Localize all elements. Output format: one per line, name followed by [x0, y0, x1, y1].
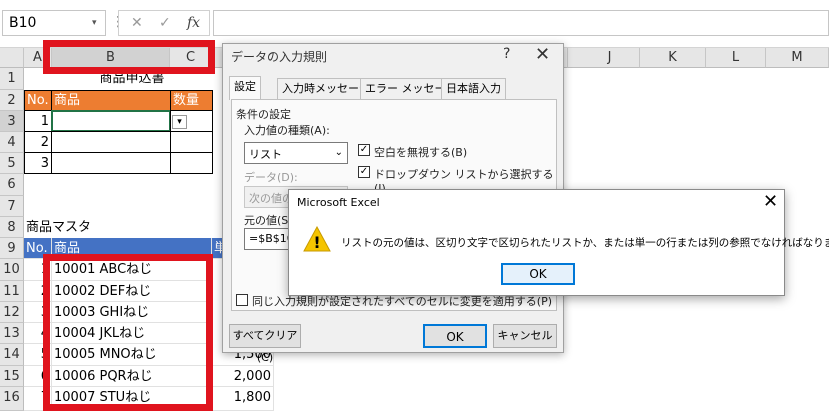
tab-ime[interactable]: 日本語入力 — [441, 78, 506, 100]
row-header-4[interactable]: 4 — [0, 132, 24, 153]
order-row-no[interactable]: 2 — [24, 131, 52, 153]
row-header-15[interactable]: 15 — [0, 366, 24, 387]
row-header-12[interactable]: 12 — [0, 302, 24, 323]
row-header-3[interactable]: 3 — [0, 111, 24, 132]
help-icon[interactable]: ? — [503, 46, 510, 62]
cancel-button[interactable]: キャンセル — [493, 324, 557, 348]
cancel-icon[interactable]: ✕ — [131, 15, 143, 31]
order-row-qty[interactable] — [170, 131, 213, 153]
row-header-8[interactable]: 8 — [0, 217, 24, 238]
order-row-item[interactable] — [51, 152, 171, 174]
row-header-13[interactable]: 13 — [0, 323, 24, 344]
row-header-2[interactable]: 2 — [0, 90, 24, 111]
row-header-5[interactable]: 5 — [0, 153, 24, 174]
error-message-box: Microsoft Excel ✕ ! リストの元の値は、区切り文字で区切られた… — [288, 189, 829, 296]
apply-all-checkbox[interactable] — [236, 294, 248, 306]
ok-button[interactable]: OK — [423, 324, 487, 348]
order-header-no[interactable]: No. — [24, 90, 52, 111]
close-icon[interactable]: ✕ — [763, 191, 778, 212]
order-header-item[interactable]: 商品 — [51, 90, 171, 111]
list-dropdown-icon[interactable]: ▾ — [172, 115, 187, 129]
in-cell-dropdown-checkbox[interactable]: ✓ — [358, 166, 370, 178]
column-header-m[interactable]: M — [766, 48, 829, 68]
order-header-qty[interactable]: 数量 — [170, 90, 213, 111]
data-label: データ(D): — [244, 171, 298, 184]
row-header-11[interactable]: 11 — [0, 281, 24, 302]
dialog-title: データの入力規則 — [231, 50, 328, 64]
insert-function-icon[interactable]: fx — [187, 15, 200, 31]
ok-button[interactable]: OK — [501, 263, 575, 285]
select-all-corner[interactable] — [0, 48, 24, 68]
row-header-9[interactable]: 9 — [0, 238, 24, 259]
warning-icon: ! — [303, 226, 331, 252]
tab-settings[interactable]: 設定 — [229, 76, 261, 100]
name-box-dropdown-icon[interactable]: ▾ — [92, 18, 97, 28]
chevron-down-icon: ⌄ — [334, 147, 343, 158]
column-header-l[interactable]: L — [706, 48, 766, 68]
enter-check-icon[interactable]: ✓ — [159, 15, 171, 31]
order-row-qty[interactable] — [170, 152, 213, 174]
error-message-text: リストの元の値は、区切り文字で区切られたリストか、または単一の行または列の参照で… — [341, 237, 829, 249]
ignore-blank-checkbox[interactable]: ✓ — [358, 144, 370, 156]
column-header-k[interactable]: K — [640, 48, 706, 68]
source-label: 元の値(S) — [244, 214, 293, 227]
highlight-column-bc — [43, 40, 215, 74]
criteria-group-label: 条件の設定 — [236, 108, 291, 121]
order-row-no[interactable]: 1 — [24, 110, 52, 132]
column-header-j[interactable]: J — [580, 48, 640, 68]
master-row-price[interactable]: 2,000 — [212, 366, 274, 387]
ignore-blank-label: 空白を無視する(B) — [374, 146, 468, 159]
order-row-item-selected[interactable] — [51, 110, 171, 132]
row-header-14[interactable]: 14 — [0, 344, 24, 366]
order-row-no[interactable]: 3 — [24, 152, 52, 174]
order-row-item[interactable] — [51, 131, 171, 153]
row-header-6[interactable]: 6 — [0, 174, 24, 196]
allow-select-value: リスト — [249, 148, 282, 161]
close-icon[interactable]: ✕ — [535, 44, 550, 65]
row-header-7[interactable]: 7 — [0, 196, 24, 217]
clear-all-button[interactable]: すべてクリア(C) — [229, 324, 301, 364]
master-title[interactable]: 商品マスタ — [24, 217, 144, 238]
allow-label: 入力値の種類(A): — [244, 124, 330, 137]
formula-bar-separator: ⋮ — [111, 14, 125, 30]
row-header-1[interactable]: 1 — [0, 68, 24, 90]
svg-text:!: ! — [313, 233, 320, 252]
master-row-price[interactable]: 1,800 — [212, 387, 274, 411]
allow-select[interactable]: リスト ⌄ — [244, 142, 348, 164]
name-box[interactable]: B10 — [2, 10, 106, 36]
formula-input[interactable] — [213, 10, 829, 36]
row-header-10[interactable]: 10 — [0, 259, 24, 281]
row-header-16[interactable]: 16 — [0, 387, 24, 411]
highlight-master-items — [43, 254, 213, 411]
formula-buttons: ✕ ✓ fx — [118, 10, 210, 36]
message-box-title: Microsoft Excel — [297, 196, 380, 209]
